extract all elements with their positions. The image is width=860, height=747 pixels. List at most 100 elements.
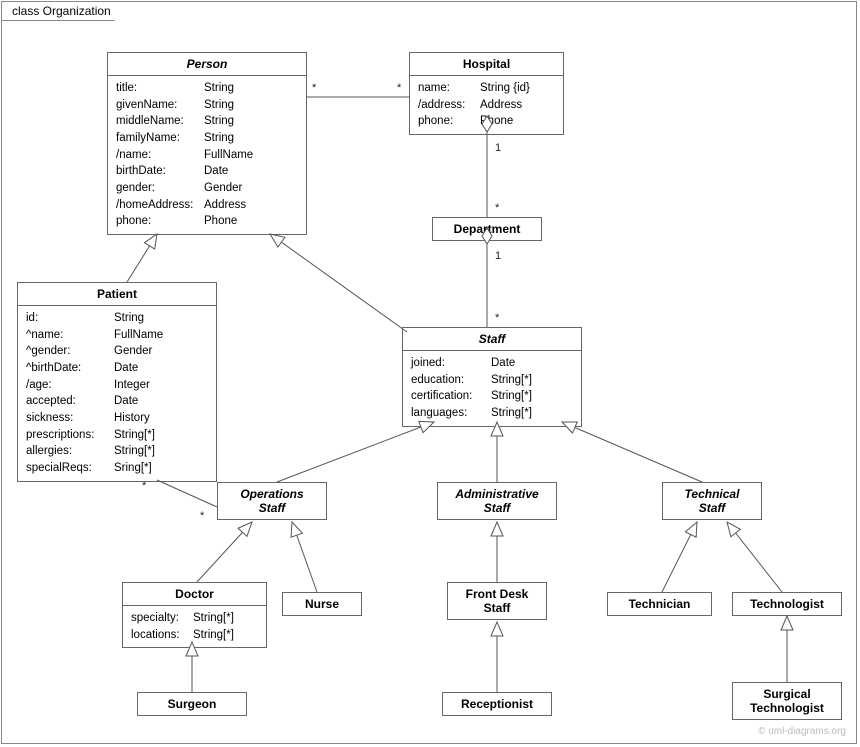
class-surg-tech: Surgical Technologist — [732, 682, 842, 720]
attr: prescriptions: — [26, 427, 114, 444]
attr: FullName — [204, 147, 298, 164]
class-staff-attrs: joined:Date education:String[*] certific… — [403, 351, 581, 426]
attr: Date — [114, 360, 208, 377]
class-frontdesk-title: Front Desk Staff — [448, 583, 546, 619]
class-technician-title: Technician — [608, 593, 711, 615]
attr: phone: — [418, 113, 480, 130]
class-technician: Technician — [607, 592, 712, 616]
attr: joined: — [411, 355, 491, 372]
attr: String {id} — [480, 80, 555, 97]
attr: Date — [491, 355, 573, 372]
attr: Phone — [480, 113, 555, 130]
class-technologist-title: Technologist — [733, 593, 841, 615]
attr: String — [114, 310, 208, 327]
attr: /name: — [116, 147, 204, 164]
class-patient: Patient id:String ^name:FullName ^gender… — [17, 282, 217, 482]
attr: String[*] — [114, 443, 208, 460]
class-patient-title: Patient — [18, 283, 216, 306]
attr: String[*] — [491, 372, 573, 389]
attr: /age: — [26, 377, 114, 394]
mult: * — [142, 480, 146, 492]
class-person-title: Person — [108, 53, 306, 76]
class-staff-title: Staff — [403, 328, 581, 351]
mult: * — [312, 82, 316, 94]
attr: Gender — [114, 343, 208, 360]
class-department: Department — [432, 217, 542, 241]
attr: Date — [204, 163, 298, 180]
class-hospital-title: Hospital — [410, 53, 563, 76]
watermark: © uml-diagrams.org — [758, 726, 846, 737]
attr: Address — [480, 97, 555, 114]
mult: * — [495, 312, 499, 324]
class-hospital: Hospital name:String {id} /address:Addre… — [409, 52, 564, 135]
frame-label: class Organization — [1, 1, 130, 21]
attr: birthDate: — [116, 163, 204, 180]
class-patient-attrs: id:String ^name:FullName ^gender:Gender … — [18, 306, 216, 481]
class-nurse-title: Nurse — [283, 593, 361, 615]
class-tech-staff: Technical Staff — [662, 482, 762, 520]
class-admin-staff-title: Administrative Staff — [438, 483, 556, 519]
attr: title: — [116, 80, 204, 97]
attr: String[*] — [491, 405, 573, 422]
attr: ^name: — [26, 327, 114, 344]
mult: * — [200, 510, 204, 522]
mult: * — [495, 202, 499, 214]
attr: String[*] — [491, 388, 573, 405]
mult: 1 — [495, 142, 501, 154]
class-person: Person title:String givenName:String mid… — [107, 52, 307, 235]
attr: ^gender: — [26, 343, 114, 360]
class-doctor-title: Doctor — [123, 583, 266, 606]
attr: String — [204, 113, 298, 130]
class-person-attrs: title:String givenName:String middleName… — [108, 76, 306, 234]
attr: String[*] — [193, 627, 258, 644]
attr: middleName: — [116, 113, 204, 130]
class-staff: Staff joined:Date education:String[*] ce… — [402, 327, 582, 427]
class-doctor: Doctor specialty:String[*] locations:Str… — [122, 582, 267, 648]
attr: familyName: — [116, 130, 204, 147]
attr: gender: — [116, 180, 204, 197]
class-department-title: Department — [433, 218, 541, 240]
attr: /address: — [418, 97, 480, 114]
mult: 1 — [495, 250, 501, 262]
class-technologist: Technologist — [732, 592, 842, 616]
class-frontdesk: Front Desk Staff — [447, 582, 547, 620]
attr: specialty: — [131, 610, 193, 627]
attr: Sring[*] — [114, 460, 208, 477]
attr: id: — [26, 310, 114, 327]
attr: String — [204, 130, 298, 147]
class-surg-tech-title: Surgical Technologist — [733, 683, 841, 719]
attr: ^birthDate: — [26, 360, 114, 377]
attr: Address — [204, 197, 298, 214]
attr: specialReqs: — [26, 460, 114, 477]
class-ops-staff-title: Operations Staff — [218, 483, 326, 519]
attr: FullName — [114, 327, 208, 344]
attr: Date — [114, 393, 208, 410]
attr: String[*] — [193, 610, 258, 627]
class-doctor-attrs: specialty:String[*] locations:String[*] — [123, 606, 266, 647]
attr: History — [114, 410, 208, 427]
attr: givenName: — [116, 97, 204, 114]
attr: allergies: — [26, 443, 114, 460]
attr: String — [204, 80, 298, 97]
class-tech-staff-title: Technical Staff — [663, 483, 761, 519]
class-receptionist-title: Receptionist — [443, 693, 551, 715]
attr: certification: — [411, 388, 491, 405]
attr: phone: — [116, 213, 204, 230]
attr: name: — [418, 80, 480, 97]
class-nurse: Nurse — [282, 592, 362, 616]
attr: String — [204, 97, 298, 114]
attr: /homeAddress: — [116, 197, 204, 214]
class-admin-staff: Administrative Staff — [437, 482, 557, 520]
attr: locations: — [131, 627, 193, 644]
attr: languages: — [411, 405, 491, 422]
mult: * — [397, 82, 401, 94]
attr: education: — [411, 372, 491, 389]
diagram-frame: class Organization Person title:String g… — [1, 1, 857, 744]
class-hospital-attrs: name:String {id} /address:Address phone:… — [410, 76, 563, 134]
attr: sickness: — [26, 410, 114, 427]
attr: Phone — [204, 213, 298, 230]
attr: Gender — [204, 180, 298, 197]
attr: accepted: — [26, 393, 114, 410]
class-receptionist: Receptionist — [442, 692, 552, 716]
class-surgeon-title: Surgeon — [138, 693, 246, 715]
